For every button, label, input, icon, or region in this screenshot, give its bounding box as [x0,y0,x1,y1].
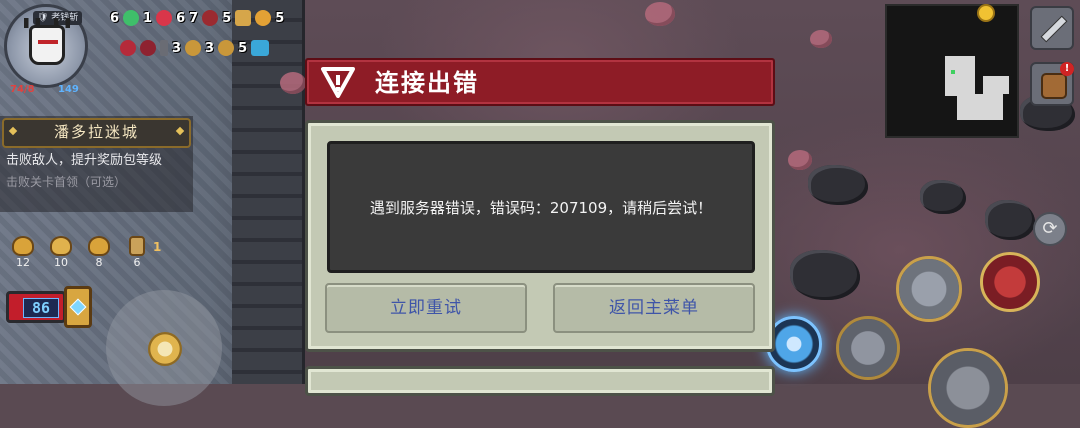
gold-buff-icon [185,40,202,56]
ammo-count: 86 [23,298,59,318]
weapon-gem-icon [64,286,92,328]
attack-button[interactable] [928,348,1008,428]
map-room [945,56,975,96]
item-count: 8 [95,256,103,269]
rock [920,180,966,214]
dialog-header: 连接出错 [305,58,775,106]
alert-badge: ! [1060,62,1074,76]
bell-buff-icon [255,10,272,26]
dialog-panel-below [305,366,775,396]
gold-buff-icon [235,10,252,26]
dialog-message-box: 遇到服务器错误，错误码：207109，请稍后尝试！ [327,141,755,273]
map-room [957,94,1003,120]
buff-count: 1 [143,10,153,26]
special-skill-button[interactable] [980,252,1040,312]
swap-button[interactable]: ⟳ [1033,212,1067,246]
buff-count: 5 [275,10,285,26]
diamond-icon [8,126,18,136]
buff-row-bottom: 3 3 5 [120,40,270,56]
minimap[interactable] [885,4,1019,138]
error-dialog: 遇到服务器错误，错误码：207109，请稍后尝试！ 立即重试 返回主菜单 [305,120,775,352]
buff-row-top: 6 1 6 7 5 5 [110,10,284,26]
shield-icon [129,236,145,256]
pink-bush [280,72,306,94]
red-buff-icon [120,40,136,56]
weapon-switch-button[interactable] [1030,6,1074,50]
knight-helmet-icon [24,18,70,65]
movement-joystick[interactable] [106,290,222,406]
mp-value: 149 [58,84,79,95]
buff-count: 6 [176,10,186,26]
buff-count: 6 [110,10,120,26]
dialog-message: 遇到服务器错误，错误码：207109，请稍后尝试！ [369,198,713,217]
buff-count: 3 [205,40,215,56]
map-room [983,76,1009,94]
helmet-icon [12,236,34,256]
backpack-icon [1041,73,1067,99]
buff-count: 5 [238,40,248,56]
warning-icon [321,67,355,98]
retry-button[interactable]: 立即重试 [325,283,527,333]
buff-count: 7 [189,10,199,26]
joystick-knob[interactable] [148,332,182,366]
helmet-icon [88,236,110,256]
main-menu-button[interactable]: 返回主菜单 [553,283,755,333]
crystal-buff-icon [251,40,270,56]
bell-icon [50,236,72,256]
item-count: 12 [16,256,30,269]
sword-buff-icon [160,40,168,56]
consumable-item[interactable]: 6 [124,236,150,269]
dialog-title: 连接出错 [375,69,479,97]
skill-button[interactable] [836,316,900,380]
rock [985,200,1035,240]
player-marker [951,70,955,74]
quest-title-bar: 潘多拉迷城 [2,118,191,148]
extra-item-count: 1 [153,240,162,254]
quest-optional-goal: 击败关卡首领（可选） [6,175,127,189]
quest-title: 潘多拉迷城 [53,123,139,141]
consumable-item[interactable]: 8 [86,236,112,269]
buff-count: 3 [172,40,182,56]
pink-bush [810,30,832,48]
consumable-item[interactable]: 10 [48,236,74,269]
gold-buff-icon [218,40,235,56]
quest-description: 击败敌人，提升奖励包等级 [6,153,163,168]
leaf-buff-icon [123,10,140,26]
pink-bush [788,150,812,170]
consumable-bar: 12 10 8 6 [10,236,150,269]
dungeon-wall [232,0,305,384]
item-count: 6 [133,256,141,269]
skill-button[interactable] [896,256,962,322]
item-count: 10 [54,256,68,269]
sword-icon [1041,16,1067,42]
diamond-icon [175,126,185,136]
pink-bush [645,2,675,26]
consumable-item[interactable]: 12 [10,236,36,269]
rock [808,165,868,205]
hp-value: 74/8 [10,84,35,95]
coin-icon [977,4,995,22]
flame-buff-icon [202,10,219,26]
heart-buff-icon [156,10,173,26]
red-buff-icon [140,40,156,56]
buff-count: 5 [222,10,232,26]
quest-panel[interactable]: 潘多拉迷城 击败敌人，提升奖励包等级 击败关卡首领（可选） [0,116,193,212]
player-avatar[interactable]: 🛡 老钱斩 [4,4,88,88]
weapon-ammo-panel[interactable]: 86 [6,291,66,323]
